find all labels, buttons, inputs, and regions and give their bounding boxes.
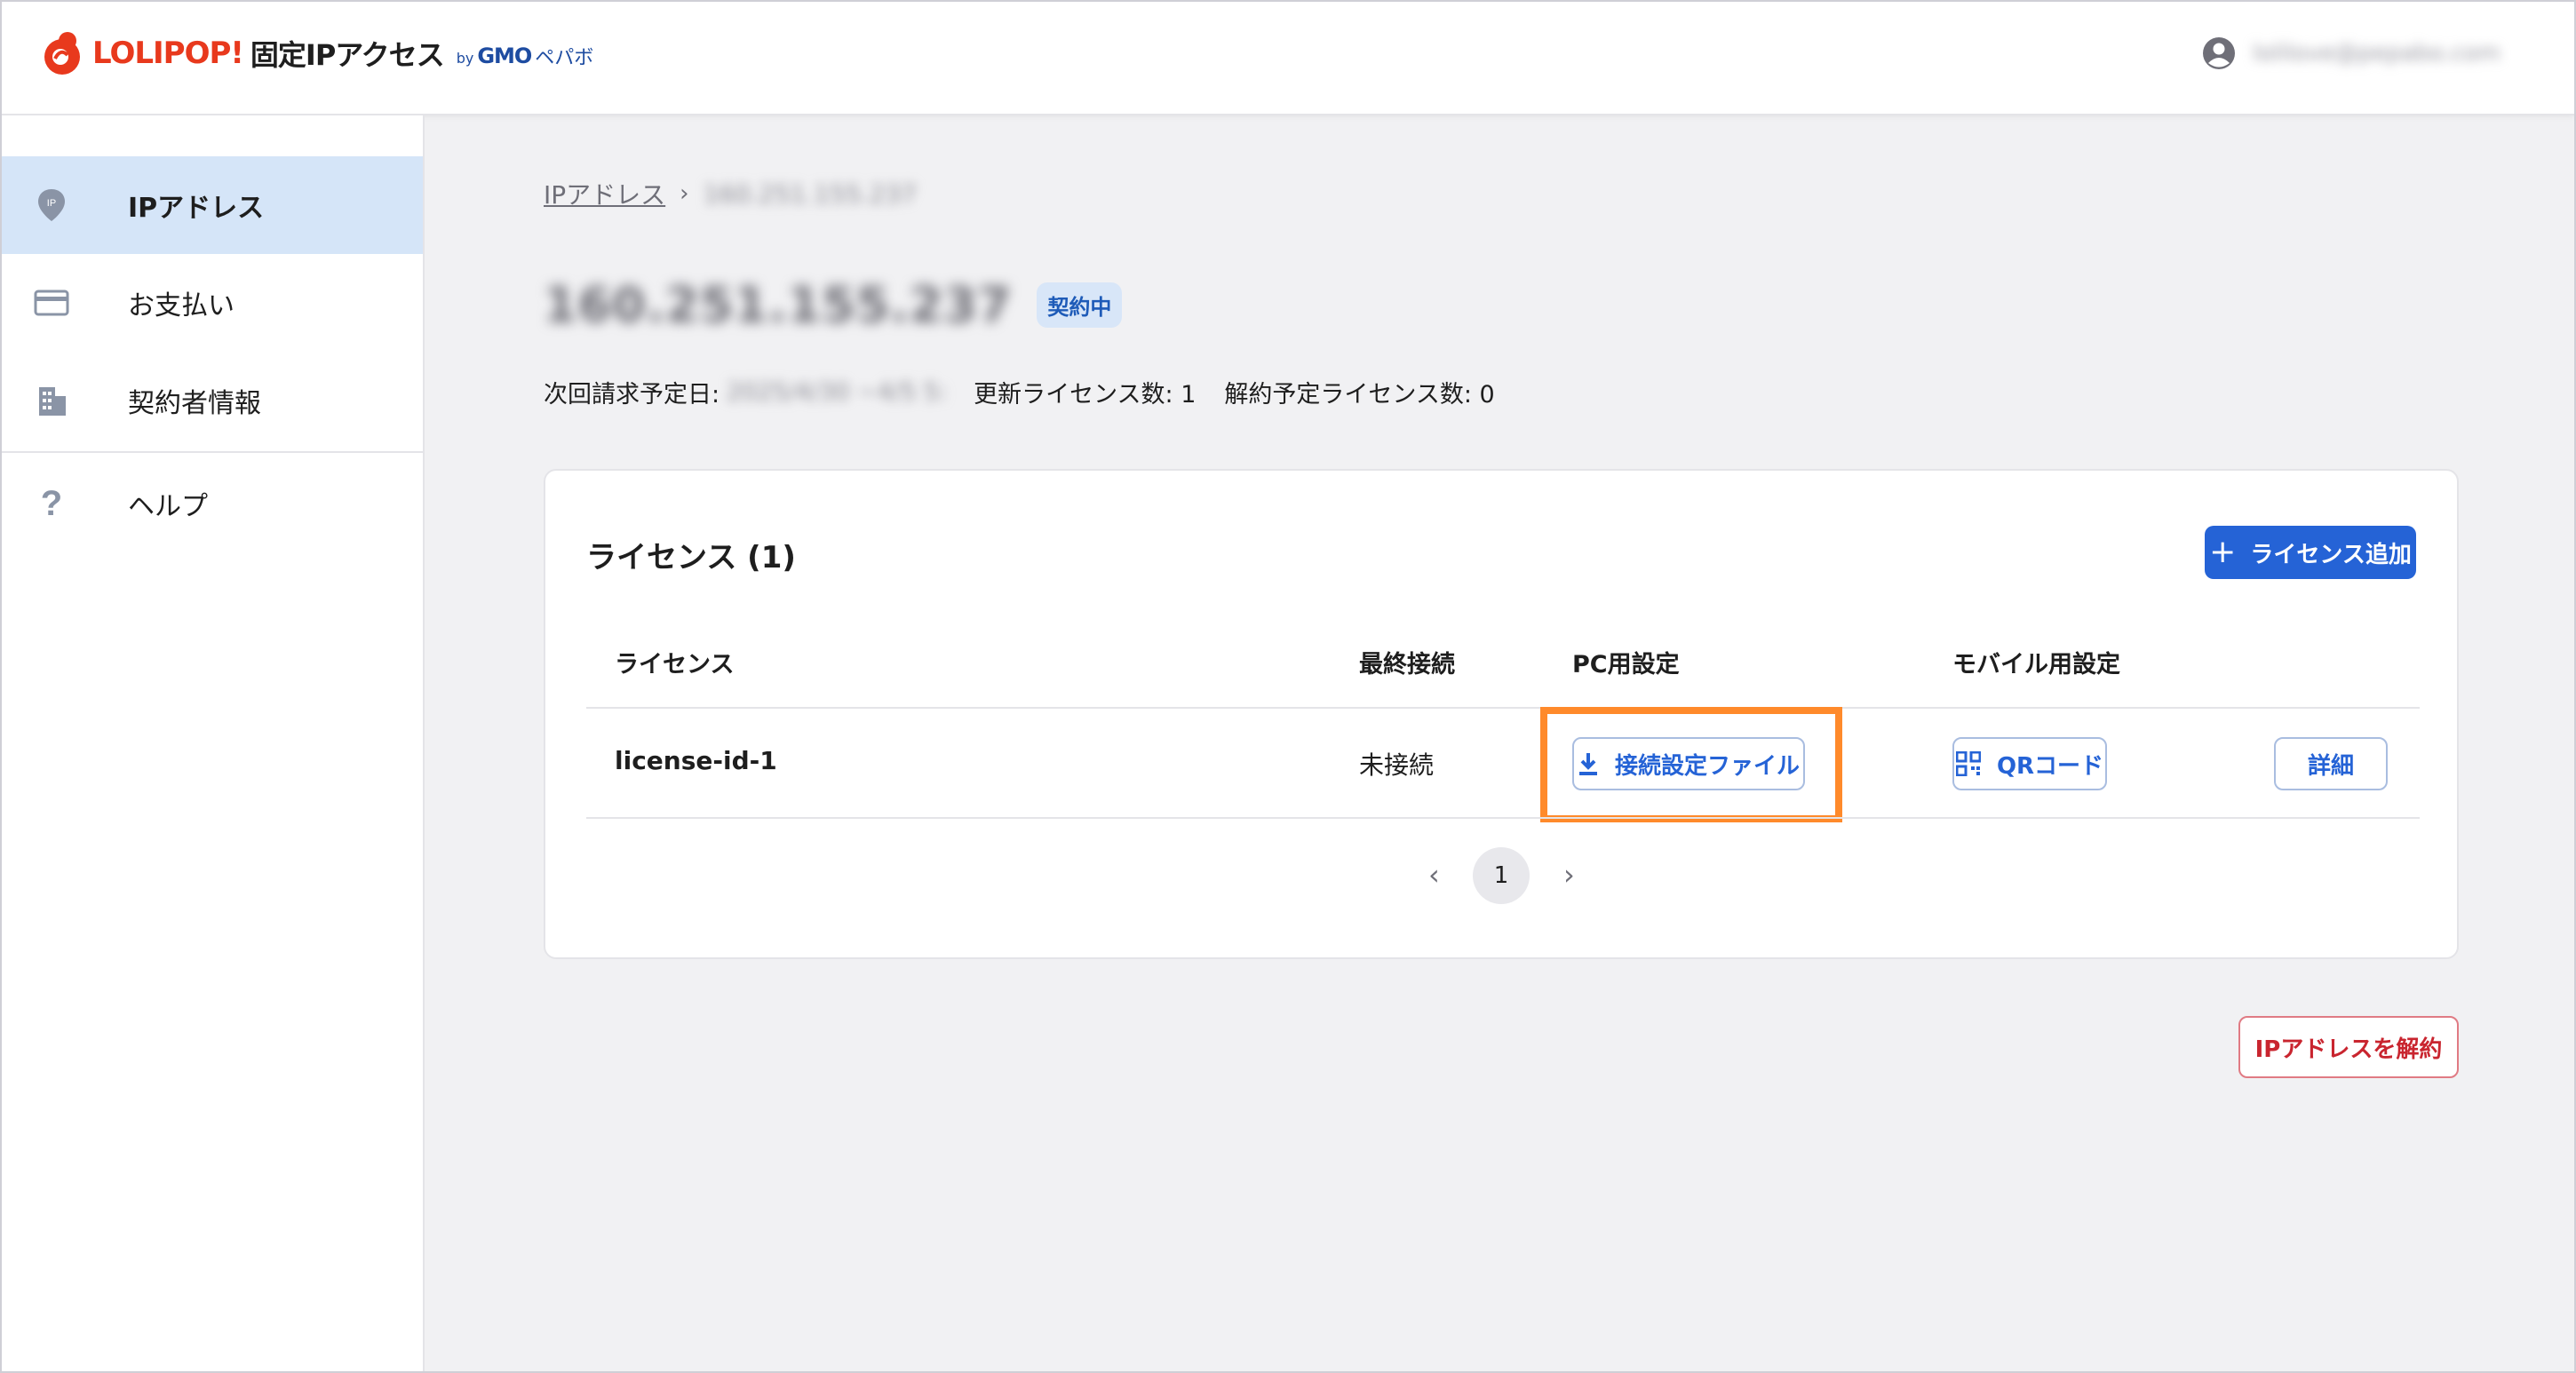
- cancel-ip-address-label: IPアドレスを解約: [2254, 1036, 2443, 1063]
- sidebar-divider: [2, 451, 423, 453]
- chevron-left-icon[interactable]: ‹: [1428, 858, 1440, 892]
- add-license-label: ライセンス追加: [2250, 541, 2412, 568]
- logo-company: GMO: [477, 44, 532, 68]
- ip-address-value: 160.251.155.237: [544, 277, 1013, 333]
- logo-by: by: [456, 49, 474, 67]
- page-number-current[interactable]: 1: [1473, 847, 1530, 904]
- qr-code-button[interactable]: QRコード: [1952, 737, 2107, 790]
- license-card-title: ライセンス (1): [586, 540, 796, 575]
- logo-company-sub: ペパボ: [535, 47, 594, 69]
- contract-meta: 次回請求予定日: 2025/4/30 ~4/5 5: 更新ライセンス数: 1 解…: [544, 375, 1495, 409]
- credit-card-icon: [34, 285, 69, 321]
- column-header-license: ライセンス: [615, 651, 735, 679]
- add-license-button[interactable]: + ライセンス追加: [2205, 526, 2416, 579]
- column-header-mobile-settings: モバイル用設定: [1952, 651, 2120, 679]
- page-title: 160.251.155.237 契約中: [544, 277, 1123, 333]
- account-email: lolilove@pepabo.com: [2253, 40, 2500, 67]
- cancel-license-count: 解約予定ライセンス数: 0: [1224, 381, 1495, 409]
- qr-code-icon: [1955, 751, 1981, 776]
- svg-text:IP: IP: [47, 198, 56, 209]
- table-row-divider: [586, 817, 2420, 819]
- logo-product: 固定IPアクセス: [250, 38, 445, 72]
- sidebar-item-label: 契約者情報: [128, 388, 261, 419]
- detail-label: 詳細: [2307, 752, 2354, 780]
- column-header-pc-settings: PC用設定: [1572, 651, 1680, 679]
- sidebar-item-ip-address[interactable]: IP IPアドレス: [2, 156, 423, 254]
- cancel-ip-address-button[interactable]: IPアドレスを解約: [2238, 1016, 2459, 1078]
- app-window: LOLIPOP! 固定IPアクセス by GMO ペパボ lolilove@pe…: [0, 0, 2576, 1373]
- highlight-box: [1540, 707, 1842, 822]
- sidebar-item-label: IPアドレス: [128, 193, 265, 224]
- next-billing-label: 次回請求予定日:: [544, 381, 720, 409]
- plus-icon: +: [2209, 534, 2237, 570]
- renew-license-count: 更新ライセンス数: 1: [974, 381, 1197, 409]
- table-header-divider: [586, 707, 2420, 709]
- breadcrumb-link-ip-address[interactable]: IPアドレス: [544, 176, 665, 211]
- sidebar-item-label: ヘルプ: [128, 491, 208, 522]
- sidebar-item-label: お支払い: [128, 290, 235, 321]
- lolipop-logo-icon: [44, 32, 80, 75]
- ip-pin-icon: IP: [34, 187, 69, 223]
- qr-code-label: QRコード: [1996, 752, 2104, 780]
- chevron-right-icon[interactable]: ›: [1563, 858, 1575, 892]
- column-header-last-connection: 最終接続: [1359, 651, 1455, 679]
- sidebar-item-payment[interactable]: お支払い: [2, 254, 423, 352]
- last-connection-cell: 未接続: [1359, 750, 1435, 780]
- question-icon: ?: [40, 483, 63, 523]
- pagination: ‹ 1 ›: [545, 847, 2457, 904]
- top-header: LOLIPOP! 固定IPアクセス by GMO ペパボ lolilove@pe…: [2, 2, 2574, 115]
- app-logo[interactable]: LOLIPOP! 固定IPアクセス by GMO ペパボ: [43, 27, 593, 80]
- license-id-cell: license-id-1: [615, 746, 777, 775]
- breadcrumb: IPアドレス › 160.251.155.237: [544, 176, 917, 211]
- logo-brand: LOLIPOP!: [92, 36, 244, 71]
- building-icon: [34, 383, 69, 418]
- user-avatar-icon: [2203, 37, 2235, 69]
- breadcrumb-separator: ›: [680, 180, 689, 207]
- breadcrumb-current: 160.251.155.237: [703, 179, 918, 209]
- status-badge: 契約中: [1037, 282, 1123, 328]
- sidebar-item-contractor[interactable]: 契約者情報: [2, 352, 423, 449]
- account-menu[interactable]: lolilove@pepabo.com: [2201, 36, 2519, 71]
- sidebar-item-help[interactable]: ? ヘルプ: [2, 455, 423, 552]
- sidebar: IP IPアドレス お支払い 契約者情報 ? ヘルプ: [2, 115, 425, 1371]
- detail-button[interactable]: 詳細: [2274, 737, 2388, 790]
- license-card: ライセンス (1) + ライセンス追加 ライセンス 最終接続 PC用設定 モバイ…: [544, 469, 2459, 959]
- next-billing-value: 2025/4/30 ~4/5 5:: [727, 378, 948, 406]
